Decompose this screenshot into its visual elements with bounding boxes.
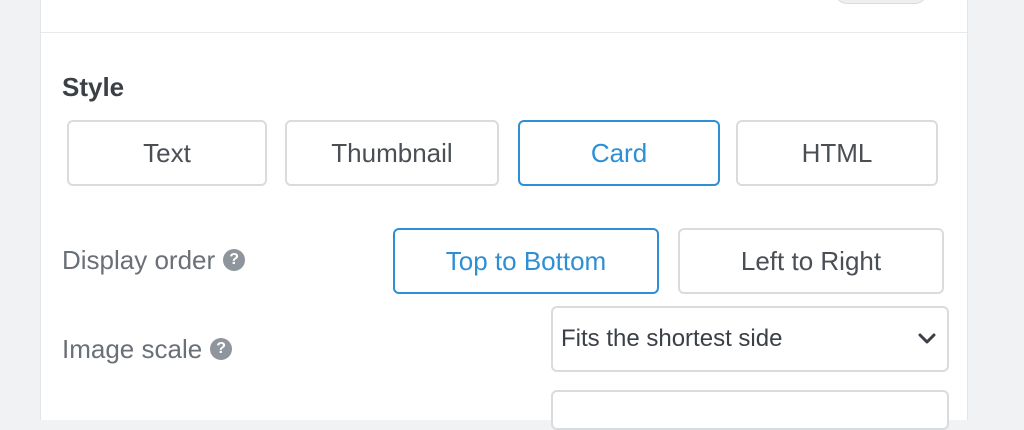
image-scale-value: Fits the shortest side [561, 325, 783, 352]
style-option-thumbnail[interactable]: Thumbnail [285, 120, 499, 186]
top-toggle[interactable] [835, 0, 927, 4]
settings-panel: Style Text Thumbnail Card HTML Display o… [40, 0, 968, 430]
display-order-left-to-right-button[interactable]: Left to Right [678, 228, 944, 294]
style-section-title: Style [62, 72, 125, 102]
style-option-card[interactable]: Card [518, 120, 720, 186]
image-scale-row-label: Image scale ? [62, 332, 233, 366]
next-select-field[interactable] [551, 390, 949, 430]
question-circle-icon[interactable]: ? [223, 249, 246, 271]
image-scale-select[interactable]: Fits the shortest side [551, 306, 949, 372]
image-scale-label: Image scale [62, 334, 203, 364]
display-order-row-label: Display order ? [62, 243, 246, 277]
question-circle-icon[interactable]: ? [210, 338, 233, 360]
style-option-html[interactable]: HTML [736, 120, 938, 186]
style-option-text[interactable]: Text [67, 120, 267, 186]
display-order-top-to-bottom-button[interactable]: Top to Bottom [393, 228, 659, 294]
chevron-down-icon [917, 329, 937, 349]
display-order-label: Display order [62, 245, 216, 275]
divider [41, 32, 967, 33]
